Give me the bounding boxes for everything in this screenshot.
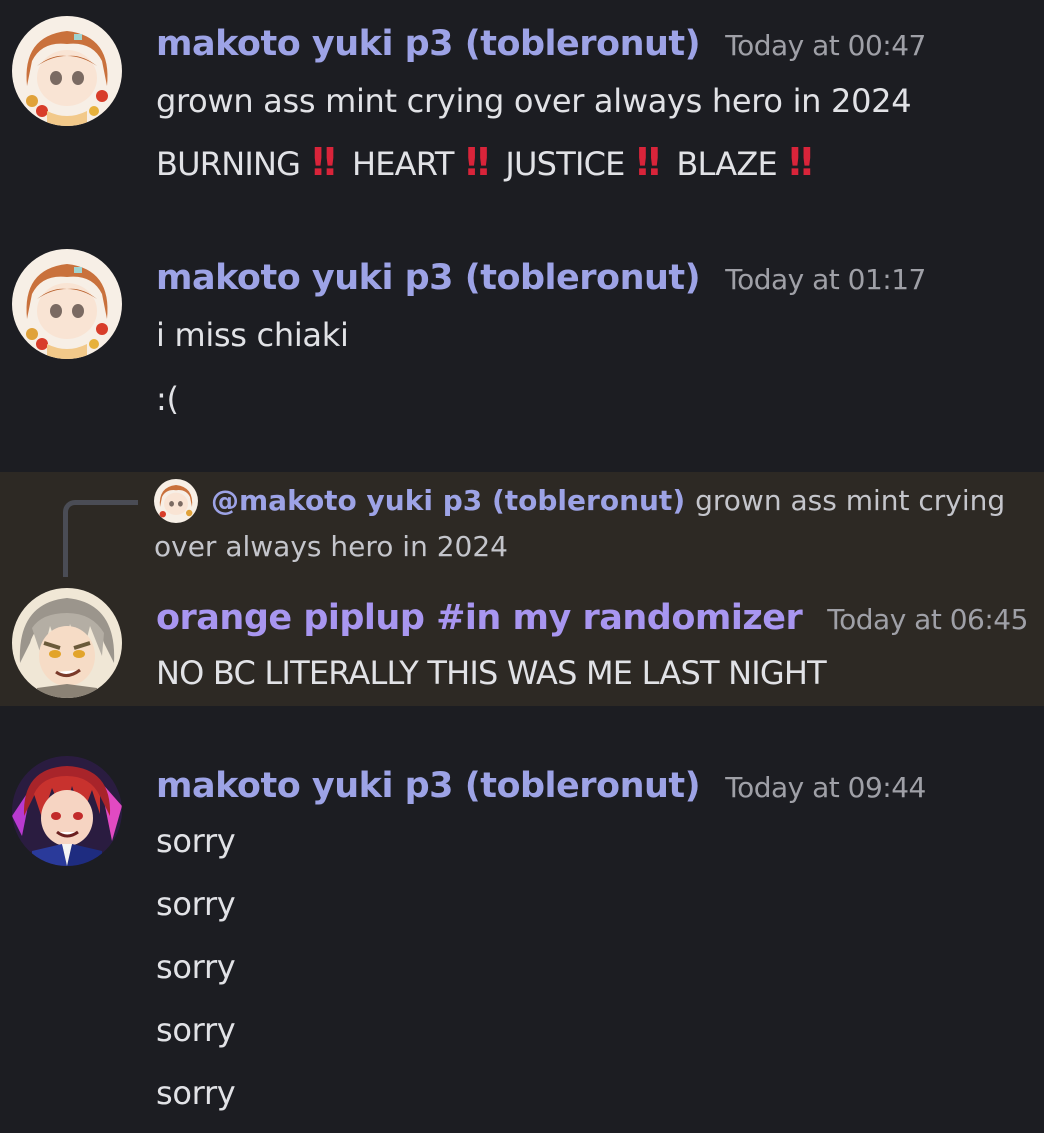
username[interactable]: makoto yuki p3 (tobleronut) (156, 258, 701, 298)
caps-word: BLAZE (676, 145, 777, 183)
message-header: orange piplup #in my randomizer Today at… (156, 598, 1028, 638)
orange-haired-girl-avatar-icon (12, 16, 122, 126)
timestamp[interactable]: Today at 01:17 (725, 263, 926, 296)
reply-connector (63, 500, 138, 577)
caps-word: HEART (351, 145, 454, 183)
double-exclamation-icon: ‼ (312, 140, 336, 184)
message-group: makoto yuki p3 (tobleronut) Today at 00:… (0, 0, 1044, 230)
reply-message: @makoto yuki p3 (tobleronut) grown ass mi… (0, 472, 1044, 706)
reply-preview[interactable]: @makoto yuki p3 (tobleronut) grown ass mi… (154, 478, 1014, 570)
gray-haired-boy-avatar-icon (12, 588, 122, 698)
username[interactable]: orange piplup #in my randomizer (156, 598, 803, 638)
message-text: NO BC LITERALLY THIS WAS ME LAST NIGHT (156, 654, 827, 692)
message-text: BURNING ‼ HEART ‼ JUSTICE ‼ BLAZE ‼ (156, 140, 829, 184)
message-text: :( (156, 380, 179, 418)
message-text: grown ass mint crying over always hero i… (156, 82, 912, 120)
message-text: sorry (156, 885, 236, 923)
timestamp[interactable]: Today at 06:45 (827, 603, 1028, 636)
orange-haired-girl-avatar-icon (12, 249, 122, 359)
user-avatar[interactable] (12, 249, 122, 359)
message-text: sorry (156, 1074, 236, 1112)
user-avatar[interactable] (12, 16, 122, 126)
message-group: makoto yuki p3 (tobleronut) Today at 01:… (0, 232, 1044, 462)
timestamp[interactable]: Today at 00:47 (725, 29, 926, 62)
caps-word: JUSTICE (505, 145, 625, 183)
message-group: makoto yuki p3 (tobleronut) Today at 09:… (0, 742, 1044, 1133)
reply-mention[interactable]: @makoto yuki p3 (tobleronut) (211, 484, 685, 517)
user-avatar[interactable] (12, 756, 122, 866)
double-exclamation-icon: ‼ (465, 140, 490, 184)
message-header: makoto yuki p3 (tobleronut) Today at 01:… (156, 258, 926, 298)
user-avatar[interactable] (12, 588, 122, 698)
timestamp[interactable]: Today at 09:44 (725, 771, 926, 804)
username[interactable]: makoto yuki p3 (tobleronut) (156, 766, 701, 806)
red-haired-boy-avatar-icon (12, 756, 122, 866)
message-header: makoto yuki p3 (tobleronut) Today at 00:… (156, 24, 926, 64)
username[interactable]: makoto yuki p3 (tobleronut) (156, 24, 701, 64)
message-text: sorry (156, 948, 236, 986)
double-exclamation-icon: ‼ (636, 140, 661, 184)
message-text: sorry (156, 822, 236, 860)
double-exclamation-icon: ‼ (788, 140, 813, 184)
message-text: i miss chiaki (156, 316, 349, 354)
message-header: makoto yuki p3 (tobleronut) Today at 09:… (156, 766, 926, 806)
chat-log: makoto yuki p3 (tobleronut) Today at 00:… (0, 0, 1044, 1133)
caps-word: BURNING (156, 145, 301, 183)
message-text: sorry (156, 1011, 236, 1049)
